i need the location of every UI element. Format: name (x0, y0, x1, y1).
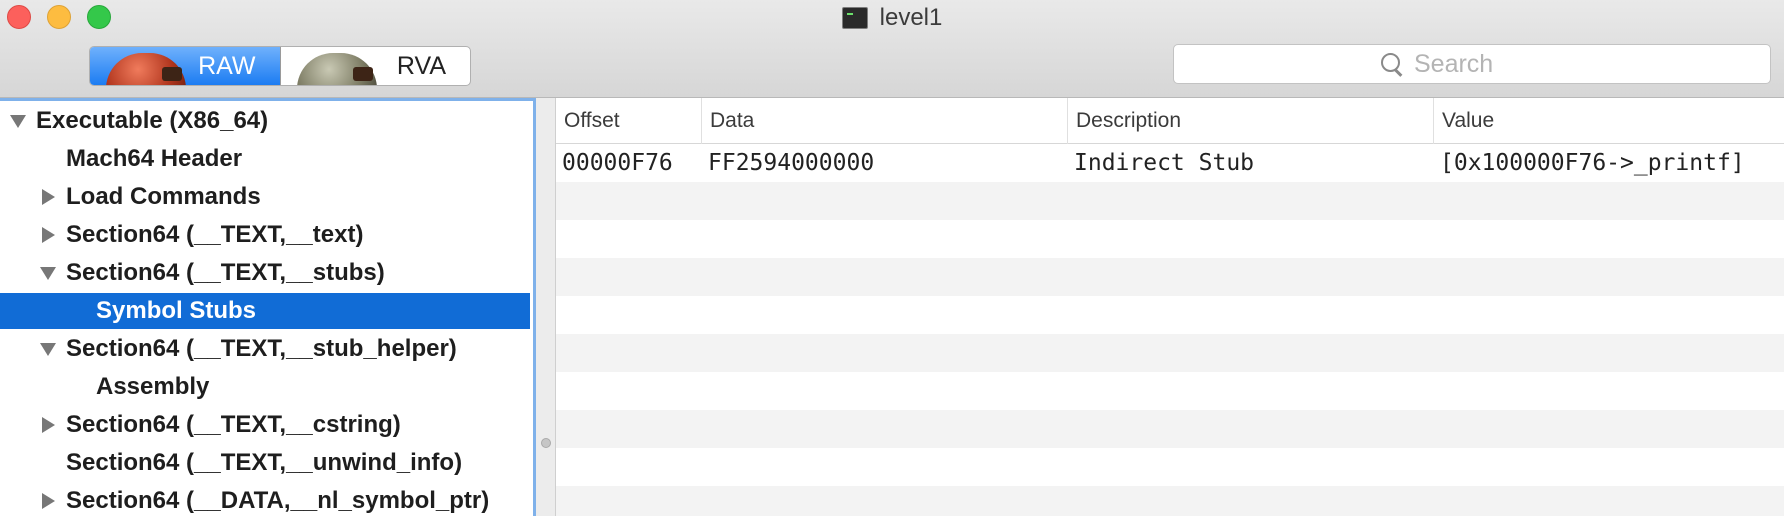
table-header: Offset Data Description Value (556, 98, 1784, 144)
search-field[interactable] (1173, 44, 1771, 84)
sidebar-item-label: Executable (X86_64) (36, 107, 269, 134)
raw-mode-icon (106, 53, 186, 85)
window-title: level1 (0, 4, 1784, 32)
table-row[interactable] (556, 410, 1784, 448)
pane-splitter[interactable] (536, 98, 556, 516)
table-row[interactable] (556, 372, 1784, 410)
sidebar-item[interactable]: Section64 (__TEXT,__cstring) (0, 407, 530, 443)
disclosure-collapsed-icon[interactable] (38, 227, 58, 243)
search-icon (1380, 52, 1404, 76)
sidebar-item-label: Section64 (__TEXT,__unwind_info) (66, 449, 463, 476)
sidebar-item[interactable]: Section64 (__TEXT,__stubs) (0, 255, 530, 291)
data-table: Offset Data Description Value 00000F76 FF… (556, 98, 1784, 516)
sidebar-item-label: Mach64 Header (66, 145, 243, 172)
table-row[interactable] (556, 258, 1784, 296)
sidebar-item[interactable]: Executable (X86_64) (0, 103, 530, 139)
column-header-description[interactable]: Description (1068, 98, 1434, 144)
table-row[interactable] (556, 296, 1784, 334)
table-row[interactable] (556, 486, 1784, 516)
disclosure-expanded-icon[interactable] (38, 342, 58, 356)
sidebar-item[interactable]: Section64 (__TEXT,__unwind_info) (0, 445, 530, 481)
rva-mode-icon (296, 53, 377, 85)
disclosure-expanded-icon[interactable] (8, 114, 28, 128)
table-row[interactable]: 00000F76 FF2594000000 Indirect Stub [0x1000… (556, 144, 1784, 182)
disclosure-collapsed-icon[interactable] (38, 417, 58, 433)
sidebar-item[interactable]: Section64 (__TEXT,__text) (0, 217, 530, 253)
table-cell-data: FF2594000000 (708, 150, 875, 176)
sidebar-item[interactable]: Section64 (__TEXT,__stub_helper) (0, 331, 530, 367)
structure-tree: Executable (X86_64) Mach64 Header Load Com… (0, 98, 536, 516)
table-cell-value: [0x100000F76->_printf] (1440, 150, 1745, 176)
sidebar-item[interactable]: Mach64 Header (0, 141, 530, 177)
column-header-offset[interactable]: Offset (556, 98, 702, 144)
table-row[interactable] (556, 334, 1784, 372)
raw-mode-button[interactable]: RAW (90, 47, 281, 85)
disclosure-expanded-icon[interactable] (38, 266, 58, 280)
table-row[interactable] (556, 220, 1784, 258)
sidebar-item-label: Assembly (96, 373, 210, 400)
raw-mode-label: RAW (198, 51, 256, 80)
disclosure-collapsed-icon[interactable] (38, 493, 58, 509)
disclosure-collapsed-icon[interactable] (38, 189, 58, 205)
sidebar-item[interactable]: Section64 (__DATA,__nl_symbol_ptr) (0, 483, 530, 516)
view-mode-segmented-control: RAW RVA (89, 46, 471, 86)
sidebar-item-label: Section64 (__TEXT,__cstring) (66, 411, 401, 438)
sidebar-item-label: Symbol Stubs (96, 297, 257, 324)
window-title-text: level1 (879, 4, 943, 31)
table-row[interactable] (556, 448, 1784, 486)
sidebar-item-label: Section64 (__TEXT,__stubs) (66, 259, 385, 286)
column-header-data[interactable]: Data (702, 98, 1068, 144)
rva-mode-label: RVA (396, 51, 446, 80)
window-toolbar: level1 RAW RVA (0, 0, 1784, 98)
rva-mode-button[interactable]: RVA (281, 47, 471, 85)
sidebar-item-label: Section64 (__DATA,__nl_symbol_ptr) (66, 487, 490, 514)
table-row[interactable] (556, 182, 1784, 220)
column-header-value[interactable]: Value (1434, 98, 1784, 144)
table-cell-offset: 00000F76 (562, 150, 673, 176)
sidebar-item-label: Load Commands (66, 183, 261, 210)
sidebar-item[interactable]: Assembly (0, 369, 530, 405)
search-input[interactable] (1414, 49, 1564, 79)
splitter-handle[interactable] (541, 438, 551, 448)
table-cell-description: Indirect Stub (1074, 150, 1255, 176)
sidebar-item-label: Section64 (__TEXT,__text) (66, 221, 364, 248)
sidebar-item-label: Section64 (__TEXT,__stub_helper) (66, 335, 457, 362)
terminal-icon (841, 7, 868, 29)
sidebar-item[interactable]: Symbol Stubs (0, 293, 530, 329)
sidebar-item[interactable]: Load Commands (0, 179, 530, 215)
